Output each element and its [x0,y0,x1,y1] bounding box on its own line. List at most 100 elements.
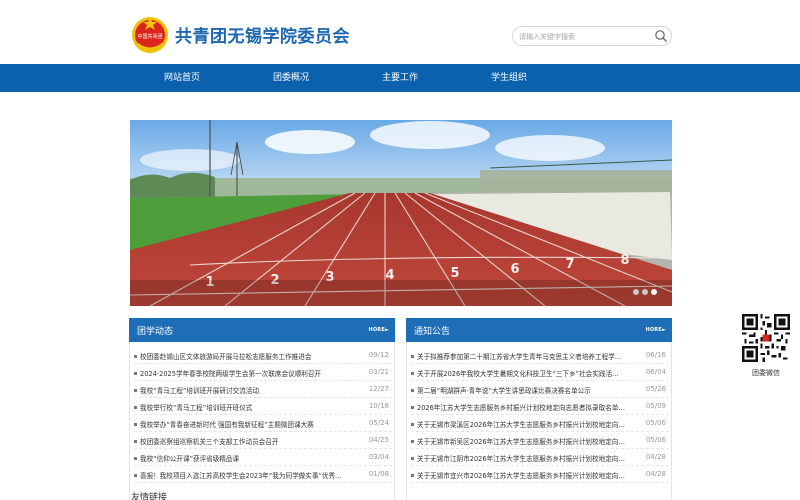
lane-number-7: 7 [565,257,574,272]
news-item-date: 09/12 [368,351,389,359]
notice-item[interactable]: 关于无锡市梁溪区2026年江苏大学生志愿服务乡村振兴计划校地定向… 05/06 [411,416,669,432]
news-item-date: 10/18 [368,402,389,410]
news-item[interactable]: 我校“信仰公开课”获评省级精品课 03/04 [134,450,392,466]
notice-item-date: 06/04 [645,368,666,376]
lane-number-5: 5 [450,266,459,281]
news-panel-title: 团学动态 [137,327,174,337]
logo-text: 中国共青团 [137,33,162,40]
search-input[interactable] [519,29,647,44]
news-item-title[interactable]: 我校举办“青春奋进新时代 强国有我新征程”主题微团课大赛 [140,419,362,429]
notice-item[interactable]: 2026年江苏大学生志愿服务乡村振兴计划校地定向志愿者拟录取名单… 05/09 [411,399,669,415]
nav-item-student-orgs[interactable]: 学生组织 [491,64,527,92]
bullet-icon [134,457,137,460]
more-arrow-icon: ► [384,327,389,333]
news-item-date: 12/27 [368,385,389,393]
notice-item-title[interactable]: 关于开展2026年我校大学生暑期文化科技卫生“三下乡”社会实践活… [417,368,639,378]
news-item-title[interactable]: 校团委赴锡山区文体旅游局开展马拉松志愿服务工作推进会 [140,351,362,361]
notice-item[interactable]: 关于开展2026年我校大学生暑期文化科技卫生“三下乡”社会实践活… 06/04 [411,365,669,381]
notice-item[interactable]: 关于拟推荐参加第二十期江苏省大学生青年马克思主义者培养工程学… 06/16 [411,348,669,364]
notice-item-title[interactable]: 关于无锡市梁溪区2026年江苏大学生志愿服务乡村振兴计划校地定向… [417,419,639,429]
bullet-icon [134,440,137,443]
site-header: 中国共青团 共青团无锡学院委员会 [0,0,800,64]
news-item-title[interactable]: 我校“青马工程”培训班开展研讨交流活动 [140,385,362,395]
bullet-icon [411,389,414,392]
wechat-qr-block: 团委微信 [740,314,792,384]
banner-dot-2[interactable] [642,289,648,295]
notice-item-title[interactable]: 关于无锡市宜兴市2026年江苏大学生志愿服务乡村振兴计划校地定向… [417,470,639,480]
news-item-date: 03/21 [368,368,389,376]
notice-item-date: 05/06 [645,419,666,427]
notice-item-title[interactable]: 2026年江苏大学生志愿服务乡村振兴计划校地定向志愿者拟录取名单… [417,402,639,412]
bullet-icon [411,457,414,460]
bullet-icon [134,355,137,358]
bullet-icon [411,355,414,358]
bullet-icon [411,406,414,409]
notice-item-date: 05/09 [645,402,666,410]
news-panel: 团学动态 HORE► 校团委赴锡山区文体旅游局开展马拉松志愿服务工作推进会 09/… [129,318,395,500]
qr-label: 团委微信 [752,369,780,377]
notice-more-link[interactable]: HORE► [645,327,666,333]
news-item-date: 01/08 [368,470,389,478]
bullet-icon [411,372,414,375]
news-panel-header: 团学动态 HORE► [129,318,395,342]
nav-item-home[interactable]: 网站首页 [164,64,200,92]
notice-panel: 通知公告 HORE► 关于拟推荐参加第二十期江苏省大学生青年马克思主义者培养工程… [406,318,672,500]
main-nav: 网站首页 团委概况 主要工作 学生组织 [0,64,800,92]
notice-item[interactable]: 关于无锡市宜兴市2026年江苏大学生志愿服务乡村振兴计划校地定向… 04/28 [411,467,669,483]
news-item-date: 03/04 [368,453,389,461]
notice-item[interactable]: 第二届“明湖群声·青年说”大学生讲思政课比赛决赛名单公示 05/26 [411,382,669,398]
notice-item-title[interactable]: 关于无锡市新吴区2026年江苏大学生志愿服务乡村振兴计划校地定向… [417,436,639,446]
news-item-title[interactable]: 校团委巡察组巡察机关三个支部工作动员会召开 [140,436,362,446]
notice-item[interactable]: 关于无锡市新吴区2026年江苏大学生志愿服务乡村振兴计划校地定向… 05/06 [411,433,669,449]
friends-links-title: 友情链接 [131,493,168,500]
notice-item-date: 04/28 [645,470,666,478]
league-emblem-logo[interactable]: 中国共青团 [131,14,169,54]
notice-item-date: 05/26 [645,385,666,393]
notice-panel-title: 通知公告 [414,327,451,337]
news-list: 校团委赴锡山区文体旅游局开展马拉松志愿服务工作推进会 09/12 2024-202… [129,342,395,500]
bullet-icon [134,474,137,477]
site-title: 共青团无锡学院委员会 [175,27,350,47]
news-more-link[interactable]: HORE► [368,327,389,333]
notice-item-date: 04/28 [645,453,666,461]
bullet-icon [134,372,137,375]
notice-item-title[interactable]: 第二届“明湖群声·青年说”大学生讲思政课比赛决赛名单公示 [417,385,639,395]
notice-panel-header: 通知公告 HORE► [406,318,672,342]
notice-more-label: HORE [645,327,662,333]
news-item[interactable]: 校团委巡察组巡察机关三个支部工作动员会召开 04/25 [134,433,392,449]
nav-item-overview[interactable]: 团委概况 [273,64,309,92]
bullet-icon [411,474,414,477]
banner-dot-1[interactable] [633,289,639,295]
news-item[interactable]: 喜报！我校项目入选江苏高校学生会2023年“我为同学做实事”优秀… 01/08 [134,467,392,483]
news-item-title[interactable]: 喜报！我校项目入选江苏高校学生会2023年“我为同学做实事”优秀… [140,470,362,480]
news-item[interactable]: 我校“青马工程”培训班开展研讨交流活动 12/27 [134,382,392,398]
news-item-title[interactable]: 我校举行校“青马工程”培训班开班仪式 [140,402,362,412]
news-item-date: 05/24 [368,419,389,427]
notice-item[interactable]: 关于无锡市江阴市2026年江苏大学生志愿服务乡村振兴计划校地定向… 04/28 [411,450,669,466]
bullet-icon [411,423,414,426]
news-item-title[interactable]: 我校“信仰公开课”获评省级精品课 [140,453,362,463]
lane-number-6: 6 [510,262,519,277]
search-box [512,26,672,46]
banner-slideshow[interactable]: 1 2 3 4 5 6 7 8 [130,120,672,306]
banner-image: 1 2 3 4 5 6 7 8 [130,120,672,306]
news-item[interactable]: 我校举办“青春奋进新时代 强国有我新征程”主题微团课大赛 05/24 [134,416,392,432]
notice-item-date: 06/16 [645,351,666,359]
news-item[interactable]: 2024-2025学年春季校院两级学生会第一次联席会议顺利召开 03/21 [134,365,392,381]
notice-list: 关于拟推荐参加第二十期江苏省大学生青年马克思主义者培养工程学… 06/16 关于开… [406,342,672,500]
news-item-title[interactable]: 2024-2025学年春季校院两级学生会第一次联席会议顺利召开 [140,368,362,378]
bullet-icon [134,389,137,392]
bullet-icon [134,406,137,409]
search-icon[interactable] [654,29,668,43]
qr-code-icon [742,314,790,362]
news-item[interactable]: 校团委赴锡山区文体旅游局开展马拉松志愿服务工作推进会 09/12 [134,348,392,364]
news-item-date: 04/25 [368,436,389,444]
nav-item-main-work[interactable]: 主要工作 [382,64,418,92]
notice-item-title[interactable]: 关于拟推荐参加第二十期江苏省大学生青年马克思主义者培养工程学… [417,351,639,361]
bullet-icon [134,423,137,426]
notice-item-date: 05/06 [645,436,666,444]
banner-dot-3-active[interactable] [651,289,657,295]
more-arrow-icon: ► [661,327,666,333]
notice-item-title[interactable]: 关于无锡市江阴市2026年江苏大学生志愿服务乡村振兴计划校地定向… [417,453,639,463]
news-item[interactable]: 我校举行校“青马工程”培训班开班仪式 10/18 [134,399,392,415]
